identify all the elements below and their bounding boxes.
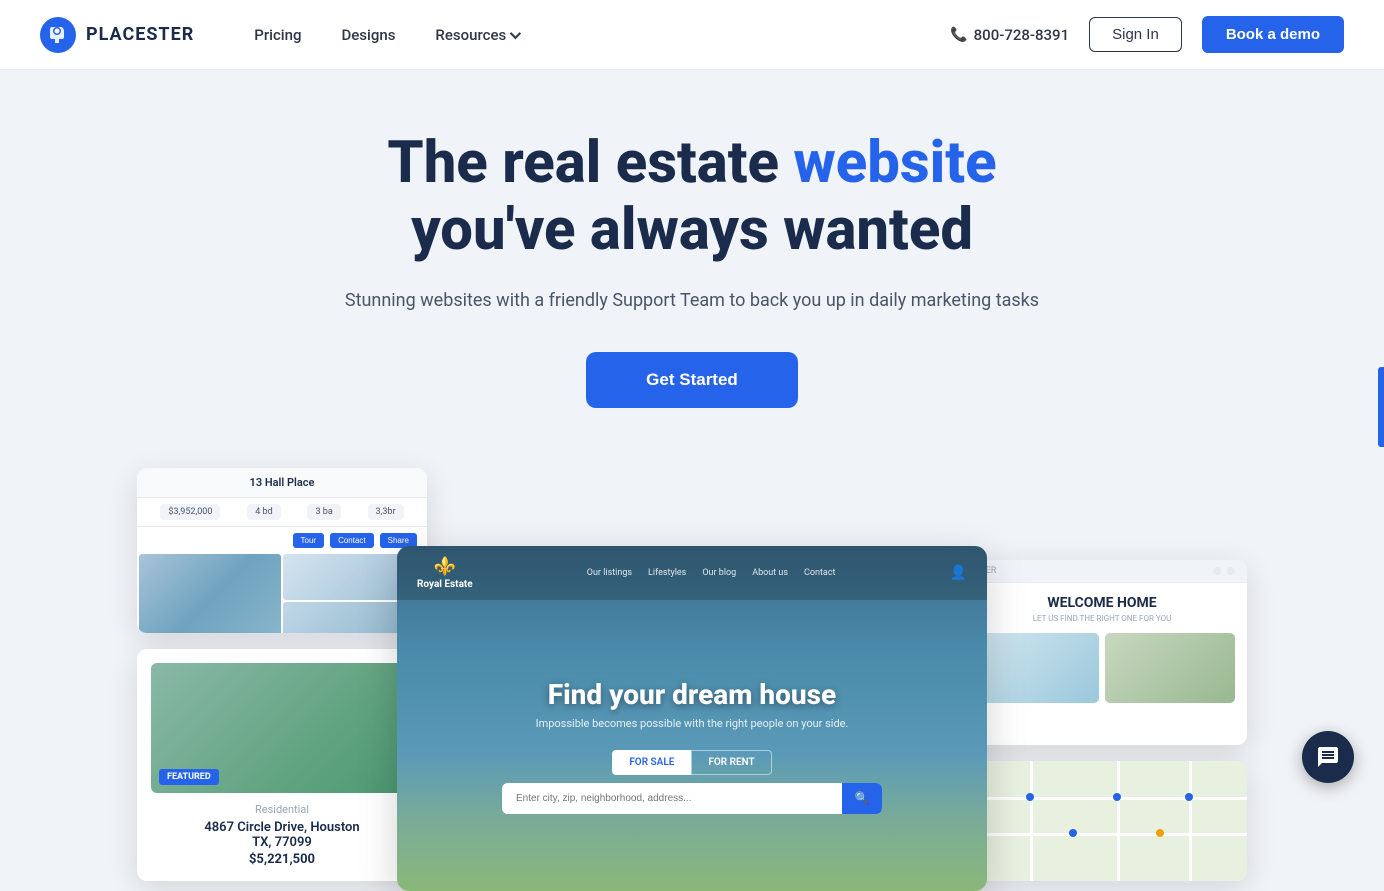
listing-image: FEATURED [151, 663, 413, 793]
welcome-subtitle: LET US FIND THE RIGHT ONE FOR YOU [969, 614, 1235, 623]
book-demo-button[interactable]: Book a demo [1202, 16, 1344, 53]
map-pin-1 [1026, 793, 1034, 801]
left-cards: 13 Hall Place $3,952,000 4 bd 3 ba 3,3br… [137, 468, 427, 881]
logo-text: PLACESTER [86, 24, 194, 45]
get-started-button[interactable]: Get Started [586, 352, 798, 408]
website-logo: ⚜️ Royal Estate [417, 556, 473, 590]
hero-subtext: Stunning websites with a friendly Suppor… [342, 287, 1042, 316]
search-bar: 🔍 [502, 783, 882, 814]
property-images [137, 554, 427, 633]
placester-logo-icon [40, 17, 76, 53]
featured-badge: FEATURED [159, 769, 219, 785]
window-control-2 [1227, 567, 1235, 575]
headline-part2: you've always wanted [411, 196, 973, 264]
screenshots-area: 13 Hall Place $3,952,000 4 bd 3 ba 3,3br… [20, 468, 1364, 891]
website-brand: Royal Estate [417, 579, 473, 590]
website-hero-title: Find your dream house [548, 678, 836, 711]
signin-button[interactable]: Sign In [1089, 17, 1182, 52]
welcome-title: WELCOME HOME [969, 595, 1235, 611]
website-nav-account: 👤 [950, 565, 967, 581]
website-nav: ⚜️ Royal Estate Our listings Lifestyles … [397, 546, 987, 600]
navbar-nav: Pricing Designs Resources [254, 26, 950, 44]
website-nav-links: Our listings Lifestyles Our blog About u… [587, 568, 836, 578]
window-control-1 [1213, 567, 1221, 575]
map-road-h1 [957, 797, 1247, 800]
navbar-right: 📞 800-728-8391 Sign In Book a demo [950, 16, 1344, 53]
listing-address: 4867 Circle Drive, Houston TX, 77099 [151, 820, 413, 850]
search-button[interactable]: 🔍 [842, 783, 882, 814]
map-pin-3 [1185, 793, 1193, 801]
nav-resources[interactable]: Resources [435, 26, 518, 44]
welcome-images [969, 633, 1235, 703]
nav-designs[interactable]: Designs [341, 26, 395, 44]
map-pin-4 [1069, 829, 1077, 837]
search-input[interactable] [502, 783, 842, 814]
chat-button[interactable] [1302, 731, 1354, 783]
property-sqft: 3,3br [368, 504, 404, 520]
website-nav-lifestyles: Lifestyles [648, 568, 686, 578]
welcome-card: ADLER WELCOME HOME LET US FIND THE RIGHT… [957, 560, 1247, 745]
chat-icon [1316, 745, 1340, 769]
website-logo-icon: ⚜️ [434, 556, 456, 577]
chevron-down-icon [510, 27, 521, 38]
map-road-h2 [957, 833, 1247, 836]
map-card [957, 761, 1247, 881]
map-road-v1 [1030, 761, 1033, 881]
right-accent-bar [1378, 367, 1384, 447]
welcome-image-2 [1105, 633, 1235, 703]
search-tabs: FOR SALE FOR RENT [612, 750, 771, 775]
property-price: $3,952,000 [160, 504, 220, 520]
property-stats: $3,952,000 4 bd 3 ba 3,3br [137, 498, 427, 527]
website-nav-blog: Our blog [702, 568, 736, 578]
welcome-image-1 [969, 633, 1099, 703]
listing-price: $5,221,500 [151, 852, 413, 867]
map-pin-orange [1156, 829, 1164, 837]
website-hero-content: Find your dream house Impossible becomes… [397, 600, 987, 891]
website-nav-about: About us [752, 568, 788, 578]
welcome-card-header: ADLER [957, 560, 1247, 583]
property-detail-card: 13 Hall Place $3,952,000 4 bd 3 ba 3,3br… [137, 468, 427, 633]
navbar: PLACESTER Pricing Designs Resources 📞 80… [0, 0, 1384, 70]
property-baths: 3 ba [307, 504, 340, 520]
phone-icon: 📞 [950, 27, 967, 43]
map-road-v3 [1189, 761, 1192, 881]
listing-card: FEATURED Residential 4867 Circle Drive, … [137, 649, 427, 881]
welcome-card-body: WELCOME HOME LET US FIND THE RIGHT ONE F… [957, 583, 1247, 715]
property-actions: Tour Contact Share [137, 527, 427, 554]
property-address: 13 Hall Place [137, 468, 427, 498]
main-property-image [139, 554, 281, 633]
headline-highlight: website [793, 129, 996, 197]
virtual-tour-btn[interactable]: Tour [293, 533, 325, 548]
right-cards: ADLER WELCOME HOME LET US FIND THE RIGHT… [957, 560, 1247, 881]
hero-headline: The real estate website you've always wa… [262, 130, 1122, 263]
phone-link[interactable]: 📞 800-728-8391 [950, 26, 1069, 44]
for-sale-tab[interactable]: FOR SALE [612, 750, 691, 775]
contact-btn[interactable]: Contact [330, 533, 374, 548]
listing-type: Residential [151, 803, 413, 816]
welcome-header-actions [1213, 567, 1235, 575]
center-website-screenshot: ⚜️ Royal Estate Our listings Lifestyles … [397, 546, 987, 891]
map-view [957, 761, 1247, 881]
map-pin-2 [1113, 793, 1121, 801]
headline-part1: The real estate [387, 129, 793, 197]
website-hero-subtitle: Impossible becomes possible with the rig… [536, 717, 849, 730]
website-nav-contact: Contact [804, 568, 835, 578]
logo-link[interactable]: PLACESTER [40, 17, 194, 53]
hero-section: The real estate website you've always wa… [0, 70, 1384, 891]
nav-pricing[interactable]: Pricing [254, 26, 301, 44]
property-beds: 4 bd [247, 504, 280, 520]
for-rent-tab[interactable]: FOR RENT [691, 750, 771, 775]
website-nav-listings: Our listings [587, 568, 632, 578]
map-road-v2 [1117, 761, 1120, 881]
